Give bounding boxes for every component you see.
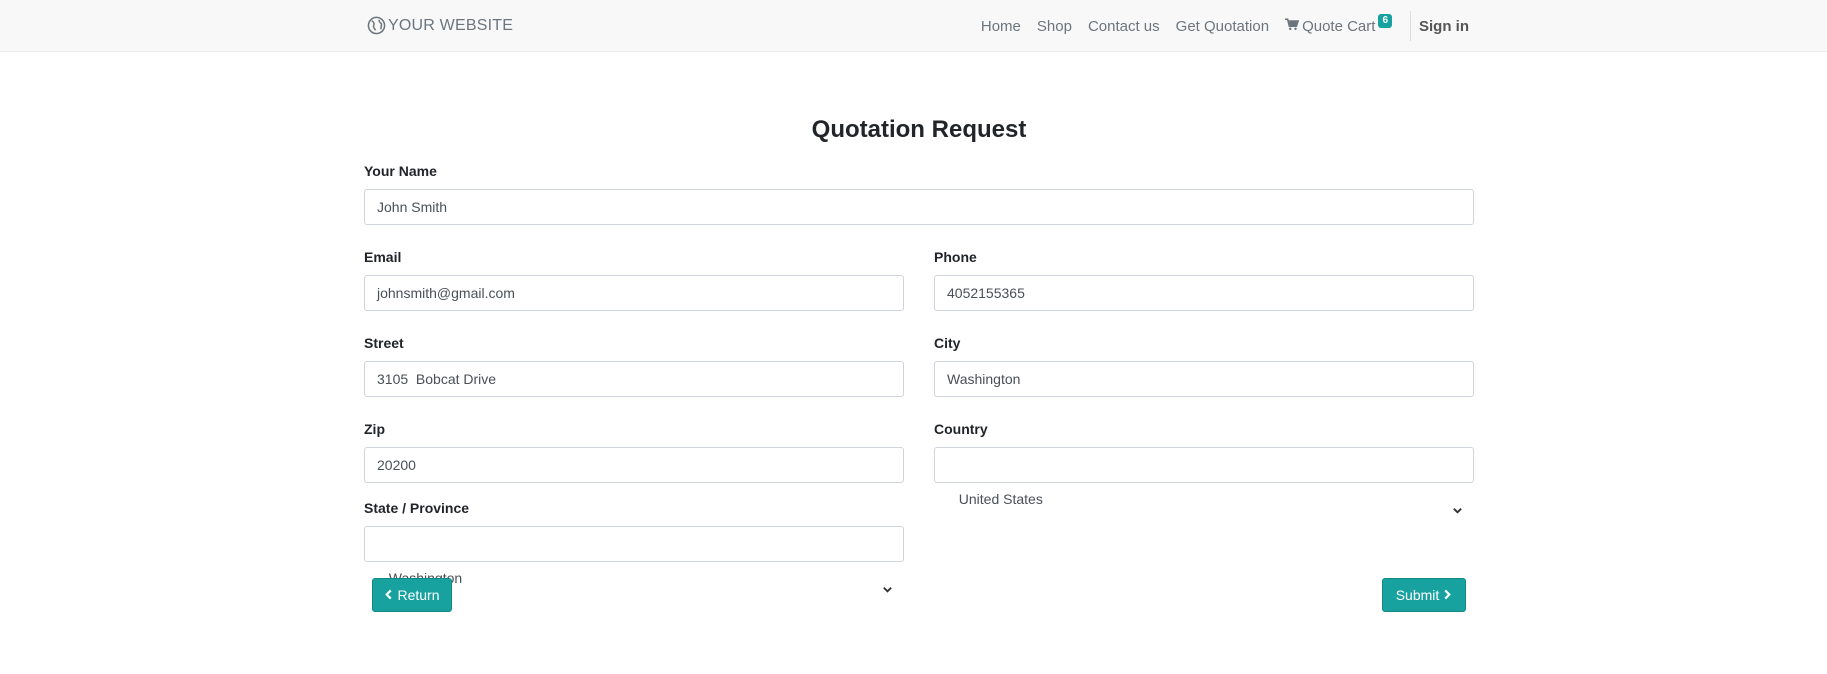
nav-divider xyxy=(1410,11,1411,41)
nav-get-quotation[interactable]: Get Quotation xyxy=(1168,18,1277,35)
return-button-label: Return xyxy=(397,587,440,603)
city-label: City xyxy=(934,335,961,351)
brand-logo[interactable]: YOUR WEBSITE xyxy=(367,16,513,35)
submit-button[interactable]: Submit xyxy=(1382,578,1466,612)
state-label: State / Province xyxy=(364,500,470,516)
cart-icon xyxy=(1285,17,1300,35)
return-button[interactable]: Return xyxy=(372,578,452,612)
phone-label: Phone xyxy=(934,249,977,265)
sign-in-link[interactable]: Sign in xyxy=(1419,18,1469,35)
name-input[interactable]: John Smith xyxy=(364,189,1474,225)
chevron-down-icon xyxy=(866,539,893,641)
cart-label: Quote Cart xyxy=(1302,17,1376,35)
country-select[interactable]: United States xyxy=(934,447,1474,514)
nav-shop[interactable]: Shop xyxy=(1029,18,1080,35)
submit-button-label: Submit xyxy=(1395,587,1440,603)
country-select-value: United States xyxy=(958,491,1043,507)
email-input[interactable]: johnsmith@gmail.com xyxy=(364,275,904,311)
nav-contact[interactable]: Contact us xyxy=(1080,18,1168,35)
state-select[interactable]: Washington xyxy=(364,526,904,593)
zip-input[interactable]: 20200 xyxy=(364,447,904,483)
nav-home[interactable]: Home xyxy=(973,18,1029,35)
street-label: Street xyxy=(364,335,404,351)
navbar: YOUR WEBSITE Home Shop Contact us Get Qu… xyxy=(0,0,1827,52)
page-title: Quotation Request xyxy=(811,116,1027,143)
email-label: Email xyxy=(364,249,402,265)
nav-quote-cart[interactable]: Quote Cart 6 xyxy=(1277,14,1402,35)
globe-icon xyxy=(367,16,386,35)
name-label: Your Name xyxy=(364,163,437,179)
chevron-right-icon xyxy=(1443,587,1452,603)
brand-name: YOUR WEBSITE xyxy=(388,16,514,34)
country-label: Country xyxy=(934,421,988,437)
street-input[interactable]: 3105 Bobcat Drive xyxy=(364,361,904,397)
nav-menu: Home Shop Contact us Get Quotation Quote… xyxy=(973,0,1469,52)
zip-label: Zip xyxy=(364,421,385,437)
cart-count-badge: 6 xyxy=(1378,14,1392,28)
chevron-down-icon xyxy=(1436,460,1463,562)
city-input[interactable]: Washington xyxy=(934,361,1474,397)
chevron-left-icon xyxy=(384,587,393,603)
phone-input[interactable]: 4052155365 xyxy=(934,275,1474,311)
